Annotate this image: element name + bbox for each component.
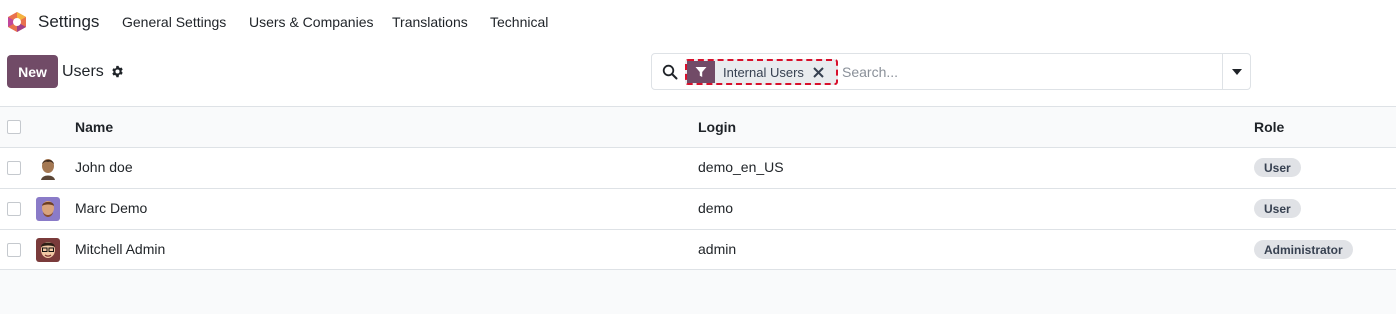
row-checkbox[interactable] bbox=[7, 161, 21, 175]
row-checkbox[interactable] bbox=[7, 202, 21, 216]
user-login: admin bbox=[698, 241, 737, 257]
top-navbar: Settings General Settings Users & Compan… bbox=[0, 0, 1396, 44]
avatar bbox=[36, 238, 60, 262]
search-options-toggle[interactable] bbox=[1222, 54, 1250, 89]
avatar bbox=[36, 156, 60, 180]
menu-technical[interactable]: Technical bbox=[490, 14, 548, 30]
search-input[interactable] bbox=[842, 60, 1212, 84]
row-checkbox[interactable] bbox=[7, 243, 21, 257]
table-row[interactable]: John doe demo_en_US User bbox=[0, 147, 1396, 188]
caret-down-icon bbox=[1231, 68, 1242, 75]
select-all-checkbox[interactable] bbox=[7, 120, 21, 134]
table-row[interactable]: Marc Demo demo User bbox=[0, 188, 1396, 229]
role-badge: Administrator bbox=[1254, 240, 1353, 259]
menu-translations[interactable]: Translations bbox=[392, 14, 468, 30]
filter-icon bbox=[687, 61, 715, 83]
user-name: Marc Demo bbox=[75, 200, 148, 216]
menu-users-companies[interactable]: Users & Companies bbox=[249, 14, 374, 30]
app-logo-icon[interactable] bbox=[6, 11, 28, 33]
close-icon[interactable] bbox=[813, 61, 824, 83]
user-name: Mitchell Admin bbox=[75, 241, 166, 257]
table-header: Name Login Role bbox=[0, 106, 1396, 147]
user-name: John doe bbox=[75, 159, 133, 175]
new-button[interactable]: New bbox=[7, 55, 58, 88]
search-facet: Internal Users bbox=[685, 59, 838, 85]
gear-icon[interactable] bbox=[111, 65, 124, 78]
column-header-role[interactable]: Role bbox=[1254, 119, 1284, 135]
column-header-login[interactable]: Login bbox=[698, 119, 736, 135]
user-login: demo bbox=[698, 200, 734, 216]
search-icon[interactable] bbox=[662, 64, 678, 80]
user-login: demo_en_US bbox=[698, 159, 784, 175]
breadcrumb: Users bbox=[62, 63, 104, 80]
role-badge: User bbox=[1254, 199, 1301, 218]
role-badge: User bbox=[1254, 158, 1301, 177]
menu-general-settings[interactable]: General Settings bbox=[122, 14, 226, 30]
app-title[interactable]: Settings bbox=[38, 12, 99, 32]
search-box: Internal Users bbox=[651, 53, 1251, 90]
table-row[interactable]: Mitchell Admin admin Administrator bbox=[0, 229, 1396, 270]
facet-label: Internal Users bbox=[723, 64, 804, 80]
avatar bbox=[36, 197, 60, 221]
control-panel: New Users Internal Users bbox=[0, 44, 1396, 106]
column-header-name[interactable]: Name bbox=[75, 119, 113, 135]
